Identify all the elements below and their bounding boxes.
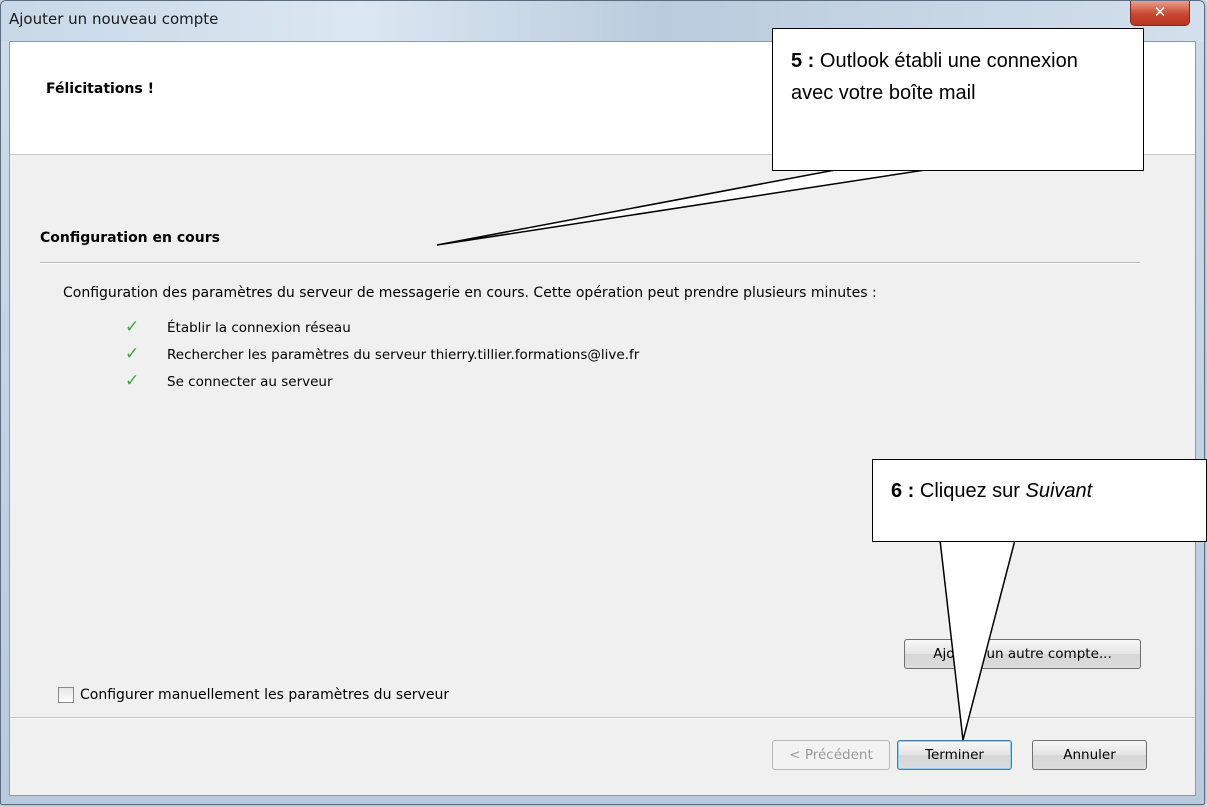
callout-6-text: Cliquez sur	[919, 480, 1026, 502]
callout-5-pointer	[436, 169, 926, 246]
callout-5-number: 5 :	[791, 50, 815, 72]
callout-6: 6 : Cliquez sur Suivant	[872, 459, 1207, 542]
callout-6-pointer	[939, 539, 1016, 741]
callout-6-emphasis: Suivant	[1025, 480, 1093, 502]
callout-5-text: Outlook établi une connexion avec votre …	[791, 50, 1078, 104]
callout-5: 5 : Outlook établi une connexion avec vo…	[772, 28, 1144, 171]
callout-6-number: 6 :	[891, 480, 915, 502]
